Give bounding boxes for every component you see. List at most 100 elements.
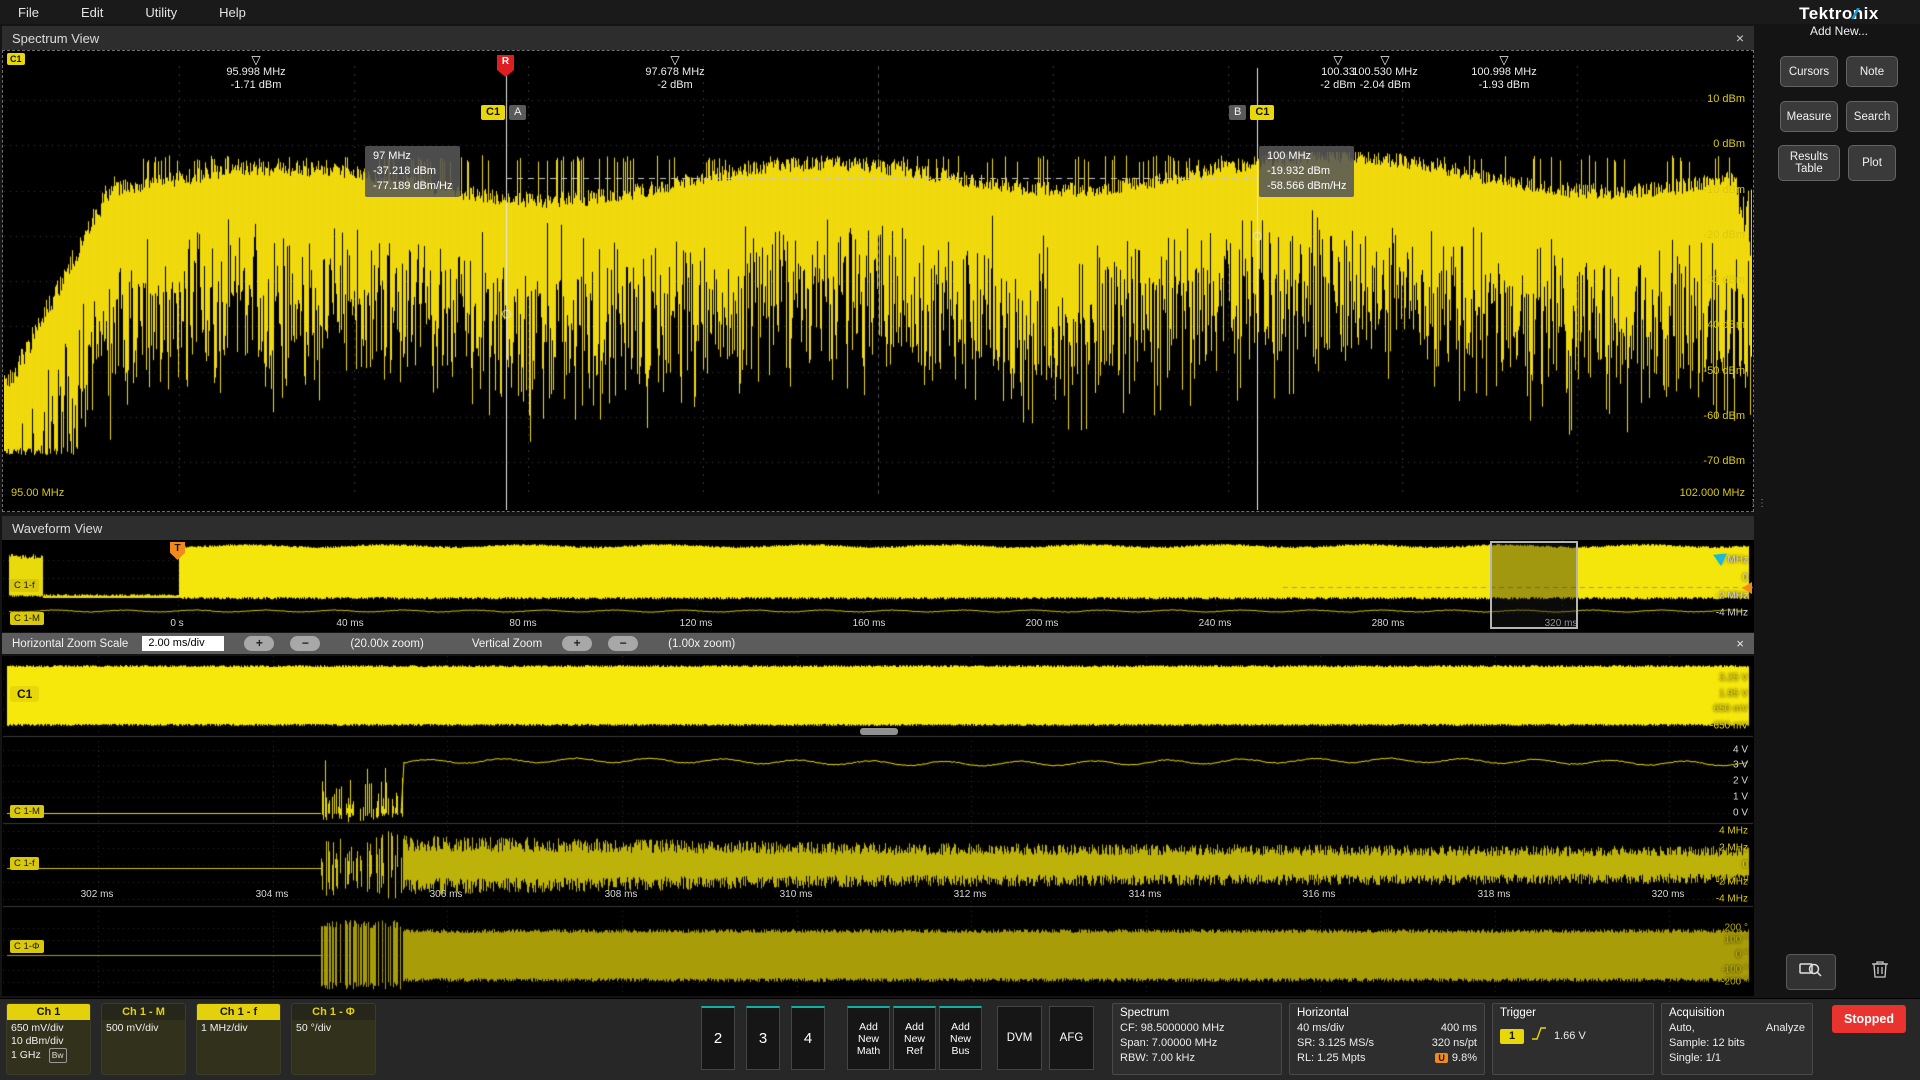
readout-line: -37.218 dBm xyxy=(373,164,452,179)
add-new-button[interactable]: Add New Bus xyxy=(939,1006,982,1070)
horizontal-scroll-handle[interactable] xyxy=(860,728,898,735)
plot-button[interactable]: Plot xyxy=(1848,145,1896,181)
trigger-settings: 1 1.66 V xyxy=(1500,1026,1646,1046)
channel-spectrum-scale: 10 dBm/div xyxy=(11,1035,86,1048)
cursors-button[interactable]: Cursors xyxy=(1780,56,1838,87)
readout-line: -19.932 dBm xyxy=(1267,164,1346,179)
menu-item[interactable]: Utility xyxy=(145,5,177,20)
readout-line: -77.189 dBm/Hz xyxy=(373,179,452,194)
record-length: RL: 1.25 Mpts xyxy=(1297,1051,1365,1066)
waveform-view-title: Waveform View xyxy=(12,521,102,536)
channel-settings: 1 MHz/div xyxy=(197,1020,280,1037)
add-buttons: Add New MathAdd New RefAdd New Bus xyxy=(847,1006,982,1070)
results-table-button[interactable]: Results Table xyxy=(1778,145,1840,181)
spare-channel-button[interactable]: 3 xyxy=(746,1006,780,1070)
close-icon[interactable]: × xyxy=(1736,30,1744,46)
spectrum-trace-canvas[interactable] xyxy=(4,52,1752,510)
spare-channel-buttons: 234 xyxy=(701,1006,825,1070)
bottom-status-bar: Ch 1 650 mV/div 10 dBm/div 1 GHzBw Ch 1 … xyxy=(0,998,1920,1080)
single-count: Single: 1/1 xyxy=(1669,1051,1805,1066)
spectrum-plot: C1 10 dBm0 dBm-10 dBm-20 dBm-30 dBm-40 d… xyxy=(2,50,1754,512)
oscilloscope-app: File Edit Utility Help Spectrum View × C1 1… xyxy=(0,0,1920,1080)
analyze-label: Analyze xyxy=(1766,1021,1805,1036)
spectrum-info-badge[interactable]: Spectrum CF: 98.5000000 MHz Span: 7.0000… xyxy=(1112,1003,1282,1075)
tektronix-logo: Tektronix xyxy=(1758,4,1920,24)
readout-line: -58.566 dBm/Hz xyxy=(1267,179,1346,194)
trash-button[interactable] xyxy=(1862,956,1898,986)
waveform-view-panel: Waveform View T C 1-fC 1-M 0 s40 ms80 ms… xyxy=(2,516,1754,632)
acquisition-info-title: Acquisition xyxy=(1669,1006,1805,1021)
horizontal-zoom-factor: (20.00x zoom) xyxy=(350,638,424,650)
vertical-zoom-label: Vertical Zoom xyxy=(472,638,542,650)
cursor-a-tag[interactable]: A xyxy=(509,105,526,120)
trigger-level-arrow-icon[interactable] xyxy=(1742,582,1752,594)
channel-badge-ch1-f[interactable]: Ch 1 - f 1 MHz/div xyxy=(196,1003,281,1075)
channel-badge-ch1[interactable]: Ch 1 650 mV/div 10 dBm/div 1 GHzBw xyxy=(6,1003,91,1075)
channel-name: Ch 1 xyxy=(7,1004,90,1020)
freq-axis-end: 102.000 MHz xyxy=(1680,487,1745,499)
bandwidth-limit-badge: Bw xyxy=(49,1048,67,1063)
cursor-a-readout: 97 MHz-37.218 dBm-77.189 dBm/Hz xyxy=(365,146,460,197)
measure-button[interactable]: Measure xyxy=(1780,101,1838,132)
menu-item[interactable]: Help xyxy=(219,5,246,20)
cursor-a-chips: C1 A xyxy=(481,105,526,120)
vertical-zoom-plus-button[interactable]: + xyxy=(562,636,592,651)
zoomed-waveform-canvas[interactable] xyxy=(3,656,1753,996)
zoom-window-box[interactable] xyxy=(1490,541,1578,629)
trigger-level: 1.66 V xyxy=(1554,1029,1586,1044)
channel-name: Ch 1 - M xyxy=(102,1004,185,1020)
horizontal-info-badge[interactable]: Horizontal 40 ms/div400 ms SR: 3.125 MS/… xyxy=(1289,1003,1485,1075)
note-button[interactable]: Note xyxy=(1846,56,1898,87)
rbw: RBW: 7.00 kHz xyxy=(1120,1051,1274,1066)
dvm-button[interactable]: DVM xyxy=(997,1006,1042,1070)
zoom-close-icon[interactable]: × xyxy=(1736,636,1744,651)
zoomed-waveform-plot: C1 C 1-MC 1-fC 1-Φ 3.25 V1.95 V650 mV-65… xyxy=(2,656,1754,996)
channel-badge-ch1-phi[interactable]: Ch 1 - Φ 50 °/div xyxy=(291,1003,376,1075)
add-new-label: Add New... xyxy=(1758,24,1920,38)
spare-channel-button[interactable]: 2 xyxy=(701,1006,735,1070)
channel-scale: 500 mV/div xyxy=(106,1022,181,1035)
center-frequency: CF: 98.5000000 MHz xyxy=(1120,1021,1274,1036)
horizontal-zoom-scale-label: Horizontal Zoom Scale xyxy=(12,638,128,650)
sample-bits: Sample: 12 bits xyxy=(1669,1036,1805,1051)
menu-item[interactable]: Edit xyxy=(81,5,103,20)
channel-settings: 650 mV/div 10 dBm/div 1 GHzBw xyxy=(7,1020,90,1065)
menu-items: File Edit Utility Help xyxy=(0,5,246,20)
run-stop-status-button[interactable]: Stopped xyxy=(1832,1005,1906,1033)
trigger-info-title: Trigger xyxy=(1500,1006,1646,1021)
vertical-zoom-factor: (1.00x zoom) xyxy=(668,638,735,650)
horizontal-zoom-plus-button[interactable]: + xyxy=(244,636,274,651)
channel-settings: 500 mV/div xyxy=(102,1020,185,1037)
acquisition-info-badge[interactable]: Acquisition Auto,Analyze Sample: 12 bits… xyxy=(1661,1003,1813,1075)
cursor-b-readout: 100 MHz-19.932 dBm-58.566 dBm/Hz xyxy=(1259,146,1354,197)
channel-1-chip[interactable]: C1 xyxy=(10,686,39,702)
spectrum-view-panel: Spectrum View × C1 10 dBm0 dBm-10 dBm-20… xyxy=(2,26,1754,512)
trigger-source-badge: 1 xyxy=(1500,1029,1524,1044)
spectrum-channel-chip[interactable]: C1 xyxy=(7,53,25,65)
spare-channel-button[interactable]: 4 xyxy=(791,1006,825,1070)
add-new-button[interactable]: Add New Math xyxy=(847,1006,890,1070)
waveform-title-bar: Waveform View xyxy=(2,516,1754,540)
vertical-zoom-minus-button[interactable]: − xyxy=(608,636,638,651)
add-new-button[interactable]: Add New Ref xyxy=(893,1006,936,1070)
zoom-mode-button[interactable] xyxy=(1786,954,1836,990)
channel-scale: 1 MHz/div xyxy=(201,1022,276,1035)
window-duration: 400 ms xyxy=(1441,1021,1477,1036)
horizontal-zoom-scale-value[interactable]: 2.00 ms/div xyxy=(142,636,224,651)
cursor-b-tag[interactable]: B xyxy=(1229,105,1246,120)
afg-button[interactable]: AFG xyxy=(1049,1006,1094,1070)
cursor-b-channel-chip[interactable]: C1 xyxy=(1250,105,1274,120)
cursor-a-channel-chip[interactable]: C1 xyxy=(481,105,505,120)
menu-item[interactable]: File xyxy=(18,5,39,20)
span: Span: 7.00000 MHz xyxy=(1120,1036,1274,1051)
right-sidebar: Tektronix Add New... Cursors Note Measur… xyxy=(1758,0,1920,998)
trigger-info-badge[interactable]: Trigger 1 1.66 V xyxy=(1492,1003,1654,1075)
spectrum-title-bar: Spectrum View × xyxy=(2,26,1754,50)
zoom-controls-bar: Horizontal Zoom Scale 2.00 ms/div + − (2… xyxy=(2,633,1754,654)
view-splitter-handle[interactable]: ⋮⋮ xyxy=(1748,498,1766,509)
search-button[interactable]: Search xyxy=(1846,101,1898,132)
horizontal-zoom-minus-button[interactable]: − xyxy=(290,636,320,651)
sample-rate: SR: 3.125 MS/s xyxy=(1297,1036,1374,1051)
channel-scale: 50 °/div xyxy=(296,1022,371,1035)
channel-badge-ch1-m[interactable]: Ch 1 - M 500 mV/div xyxy=(101,1003,186,1075)
